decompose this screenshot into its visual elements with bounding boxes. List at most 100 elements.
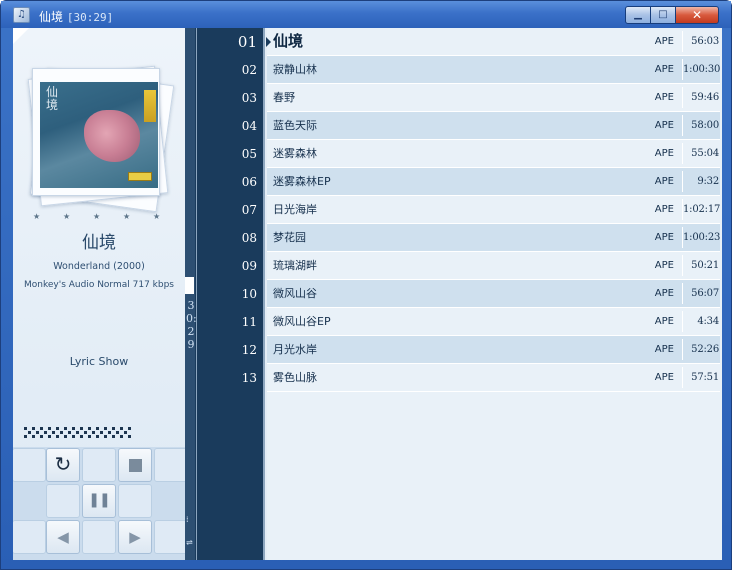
playlist-row[interactable]: 月光水岸 APE 52:26	[267, 336, 720, 364]
track-title: 微风山谷	[273, 287, 317, 300]
spectrum-dot	[48, 435, 51, 438]
track-length: 59:46	[691, 92, 719, 103]
track-format: APE	[654, 36, 674, 47]
track-title: 春野	[273, 91, 295, 104]
music-player-icon[interactable]: ♫	[13, 7, 30, 23]
playlist-row[interactable]: 微风山谷EP APE 4:34	[267, 308, 720, 336]
playlist-row[interactable]: 琉璃湖畔 APE 50:21	[267, 252, 720, 280]
album-subtitle: Wonderland (2000)	[53, 261, 145, 272]
control-cell	[82, 520, 116, 554]
playlist-row[interactable]: 蓝色天际 APE 58:00	[267, 112, 720, 140]
spectrum-dot	[100, 431, 103, 434]
spectrum-dot	[96, 435, 99, 438]
track-number: 05	[241, 147, 257, 161]
rating-stars[interactable]: ★ ★ ★ ★ ★	[33, 212, 171, 222]
spectrum-dot	[60, 431, 63, 434]
playlist: 仙境 APE 56:03 寂静山林 APE 1:00:30 春野 APE 59:46 蓝色天际 AP…	[266, 28, 722, 560]
track-length: 55:04	[691, 148, 719, 159]
track-length: 57:51	[691, 372, 719, 383]
scroll-end-icon[interactable]: ⇌	[186, 538, 193, 547]
spectrum-dot	[112, 435, 115, 438]
spectrum-dot	[124, 431, 127, 434]
cover-gold-label	[144, 90, 156, 122]
spectrum-dot	[24, 427, 27, 430]
rating-star[interactable]: ★	[123, 212, 130, 221]
control-cell	[154, 520, 185, 554]
spectrum-dot	[72, 427, 75, 430]
minimize-button[interactable]: ▁	[625, 6, 651, 24]
pause-button[interactable]: ❚❚	[82, 484, 116, 518]
rating-star[interactable]: ★	[153, 212, 160, 221]
current-track-pointer-icon	[266, 37, 271, 47]
spectrum-visualizer	[24, 427, 134, 439]
track-title: 雾色山脉	[273, 371, 317, 384]
scroll-icon[interactable]: ⁞	[186, 515, 189, 524]
spectrum-dot	[44, 431, 47, 434]
lyric-show-button[interactable]: Lyric Show	[13, 355, 185, 368]
elapsed-time-vertical: 30:29	[186, 299, 197, 351]
playlist-row[interactable]: 日光海岸 APE 1:02:17	[267, 196, 720, 224]
track-number: 13	[241, 371, 257, 385]
playlist-row[interactable]: 仙境 APE 56:03	[266, 28, 720, 56]
track-title: 日光海岸	[273, 203, 317, 216]
window-title: 仙境 [30:29]	[39, 8, 113, 25]
previous-button[interactable]: ◀	[46, 520, 80, 554]
rating-star[interactable]: ★	[33, 212, 40, 221]
repeat-button[interactable]: ↻	[46, 448, 80, 482]
spectrum-dot	[32, 435, 35, 438]
track-title: 月光水岸	[273, 343, 317, 356]
album-title: 仙境	[82, 233, 116, 253]
spectrum-dot	[112, 427, 115, 430]
control-cell	[118, 484, 152, 518]
spectrum-dot	[52, 431, 55, 434]
playlist-row[interactable]: 梦花园 APE 1:00:23	[267, 224, 720, 252]
previous-icon: ◀	[57, 528, 69, 546]
next-button[interactable]: ▶	[118, 520, 152, 554]
stop-button[interactable]	[118, 448, 152, 482]
spectrum-dot	[40, 435, 43, 438]
transport-controls: ↻ ❚❚ ◀ ▶	[13, 447, 185, 560]
playlist-row[interactable]: 寂静山林 APE 1:00:30	[267, 56, 720, 84]
spectrum-dot	[80, 435, 83, 438]
cover-sticker	[128, 172, 152, 181]
rating-star[interactable]: ★	[93, 212, 100, 221]
spectrum-dot	[68, 431, 71, 434]
track-length: 58:00	[691, 120, 719, 131]
track-number: 11	[241, 315, 257, 329]
playlist-row[interactable]: 春野 APE 59:46	[267, 84, 720, 112]
track-format: APE	[654, 316, 674, 327]
playlist-row[interactable]: 迷雾森林EP APE 9:32	[267, 168, 720, 196]
track-format: APE	[654, 344, 674, 355]
spectrum-dot	[104, 427, 107, 430]
spectrum-dot	[48, 427, 51, 430]
playlist-row[interactable]: 迷雾森林 APE 55:04	[267, 140, 720, 168]
control-cell	[46, 484, 80, 518]
maximize-button[interactable]: □	[650, 6, 676, 24]
playlist-row[interactable]: 微风山谷 APE 56:07	[267, 280, 720, 308]
track-number: 06	[241, 175, 257, 189]
track-title: 仙境	[273, 32, 304, 50]
track-title: 蓝色天际	[273, 119, 317, 132]
divider-line	[196, 28, 197, 560]
title-bar[interactable]: ♫ 仙境 [30:29] ▁ □ ✕	[1, 1, 731, 28]
track-title: 微风山谷EP	[273, 315, 331, 328]
track-title: 寂静山林	[273, 63, 317, 76]
seek-strip[interactable]	[185, 28, 195, 560]
album-cover-stack[interactable]: 仙境	[27, 65, 175, 213]
spectrum-dot	[28, 431, 31, 434]
track-title: 梦花园	[273, 231, 306, 244]
spectrum-dot	[88, 427, 91, 430]
track-length: 56:07	[691, 288, 719, 299]
close-button[interactable]: ✕	[675, 6, 719, 24]
rating-star[interactable]: ★	[63, 212, 70, 221]
track-format: APE	[654, 148, 674, 159]
control-cell	[13, 520, 46, 554]
spectrum-dot	[128, 435, 131, 438]
track-number: 12	[241, 343, 257, 357]
seek-handle[interactable]	[185, 277, 194, 294]
track-length: 52:26	[691, 344, 719, 355]
spectrum-dot	[40, 427, 43, 430]
cover-flower-graphic	[84, 110, 140, 162]
playlist-row[interactable]: 雾色山脉 APE 57:51	[267, 364, 720, 392]
spectrum-dot	[56, 427, 59, 430]
